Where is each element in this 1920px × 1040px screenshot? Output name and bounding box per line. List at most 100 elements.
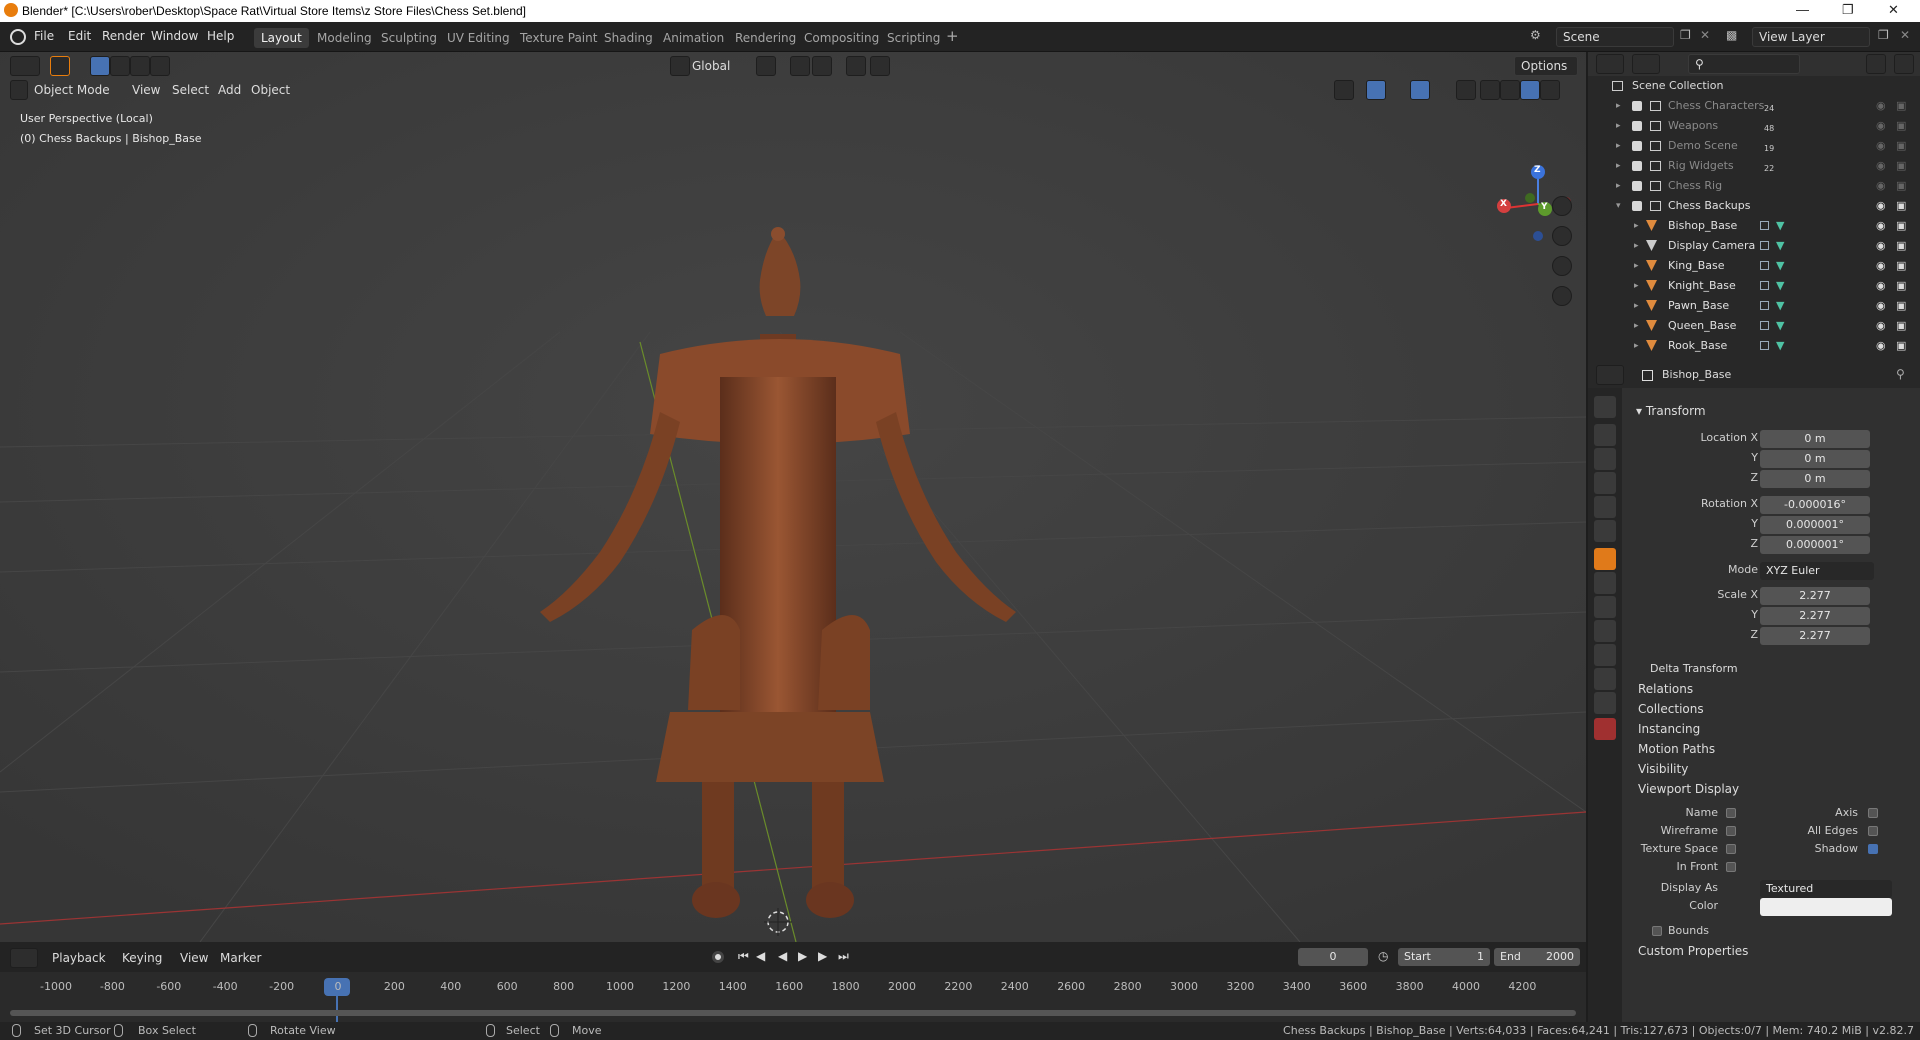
- render-camera-icon[interactable]: ▣: [1896, 176, 1906, 196]
- timeline-menu-view[interactable]: View: [180, 948, 208, 968]
- object-row[interactable]: ▸ Rook_Base ▼ ◉ ▣: [1588, 336, 1920, 356]
- physics-tab-icon[interactable]: [1594, 620, 1616, 642]
- options-dropdown[interactable]: Options: [1514, 56, 1578, 76]
- falloff-icon[interactable]: [870, 56, 890, 76]
- transform-orientation-dropdown[interactable]: Global: [692, 56, 730, 76]
- expand-arrow-icon[interactable]: ▸: [1634, 216, 1639, 236]
- constraints-tab-icon[interactable]: [1594, 644, 1616, 666]
- material-shading-icon[interactable]: [1520, 80, 1540, 100]
- output-tab-icon[interactable]: [1594, 448, 1616, 470]
- end-frame-field[interactable]: End 2000: [1494, 948, 1580, 966]
- tab-rendering[interactable]: Rendering: [728, 28, 803, 48]
- tab-modeling[interactable]: Modeling: [310, 28, 379, 48]
- rotation-mode-dropdown[interactable]: XYZ Euler: [1760, 562, 1874, 580]
- rotation-x-field[interactable]: -0.000016°: [1760, 496, 1870, 514]
- visibility-icon[interactable]: [1334, 80, 1354, 100]
- snap-target-icon[interactable]: [812, 56, 832, 76]
- outliner-editor-type-icon[interactable]: [1596, 54, 1624, 74]
- xray-icon[interactable]: [1456, 80, 1476, 100]
- vd-axis-checkbox[interactable]: [1868, 808, 1878, 818]
- collection-row[interactable]: ▸ Chess Characters 24 ◉ ▣: [1588, 96, 1920, 116]
- preview-range-icon[interactable]: ◷: [1378, 949, 1388, 963]
- delta-transform-panel[interactable]: Delta Transform: [1650, 662, 1738, 675]
- select-mode-subtract-icon[interactable]: [130, 56, 150, 76]
- timeline-editor-type-icon[interactable]: [10, 948, 38, 968]
- collection-row[interactable]: ▸ Rig Widgets 22 ◉ ▣: [1588, 156, 1920, 176]
- vd-in-front-checkbox[interactable]: [1726, 862, 1736, 872]
- scene-tab-icon[interactable]: [1594, 496, 1616, 518]
- expand-arrow-icon[interactable]: ▸: [1616, 156, 1621, 176]
- render-camera-icon[interactable]: ▣: [1896, 256, 1906, 276]
- render-camera-icon[interactable]: ▣: [1896, 276, 1906, 296]
- object-row[interactable]: ▸ Pawn_Base ▼ ◉ ▣: [1588, 296, 1920, 316]
- vd-bounds-checkbox[interactable]: [1652, 926, 1662, 936]
- relations-panel[interactable]: Relations: [1638, 682, 1693, 696]
- viewport-menu-select[interactable]: Select: [172, 80, 209, 100]
- collection-row[interactable]: ▸ Demo Scene 19 ◉ ▣: [1588, 136, 1920, 156]
- render-camera-icon[interactable]: ▣: [1896, 156, 1906, 176]
- expand-arrow-icon[interactable]: ▸: [1616, 116, 1621, 136]
- world-tab-icon[interactable]: [1594, 520, 1616, 542]
- object-mode-dropdown[interactable]: Object Mode: [34, 80, 110, 100]
- tab-scripting[interactable]: Scripting: [880, 28, 947, 48]
- vd-texture-space-checkbox[interactable]: [1726, 844, 1736, 854]
- collections-panel[interactable]: Collections: [1638, 702, 1704, 716]
- view-layer-tab-icon[interactable]: [1594, 472, 1616, 494]
- new-view-layer-icon[interactable]: ❐: [1878, 28, 1889, 42]
- proportional-editing-icon[interactable]: [846, 56, 866, 76]
- viewport-menu-add[interactable]: Add: [218, 80, 241, 100]
- render-camera-icon[interactable]: ▣: [1896, 316, 1906, 336]
- view-layer-field[interactable]: View Layer: [1752, 27, 1870, 47]
- zoom-icon[interactable]: [1552, 196, 1572, 216]
- visibility-eye-icon[interactable]: ◉: [1876, 296, 1886, 316]
- delete-scene-icon[interactable]: ✕: [1700, 28, 1710, 42]
- object-row[interactable]: ▸ Knight_Base ▼ ◉ ▣: [1588, 276, 1920, 296]
- wireframe-shading-icon[interactable]: [1480, 80, 1500, 100]
- 3d-viewport[interactable]: Z X Y Global Options Object Mode View Se…: [0, 52, 1586, 942]
- render-camera-icon[interactable]: ▣: [1896, 296, 1906, 316]
- scale-y-field[interactable]: 2.277: [1760, 607, 1870, 625]
- motion-paths-panel[interactable]: Motion Paths: [1638, 742, 1715, 756]
- expand-arrow-icon[interactable]: ▸: [1634, 296, 1639, 316]
- object-row[interactable]: ▸ Display Camera ▼ ◉ ▣: [1588, 236, 1920, 256]
- menu-edit[interactable]: Edit: [68, 29, 91, 43]
- visibility-eye-icon[interactable]: ◉: [1876, 156, 1886, 176]
- visibility-eye-icon[interactable]: ◉: [1876, 216, 1886, 236]
- record-icon[interactable]: [712, 951, 724, 963]
- pan-hand-icon[interactable]: [1552, 226, 1572, 246]
- timeline-scrollbar[interactable]: [10, 1010, 1576, 1016]
- tab-texture-paint[interactable]: Texture Paint: [513, 28, 604, 48]
- close-icon[interactable]: ✕: [1888, 2, 1899, 18]
- scene-collection-row[interactable]: Scene Collection: [1588, 76, 1920, 96]
- gizmo-toggle-icon[interactable]: [1366, 80, 1386, 100]
- custom-properties-panel[interactable]: Custom Properties: [1638, 944, 1748, 958]
- visibility-panel[interactable]: Visibility: [1638, 762, 1688, 776]
- display-mode-icon[interactable]: [1632, 54, 1660, 74]
- rotation-z-field[interactable]: 0.000001°: [1760, 536, 1870, 554]
- vd-display-as-dropdown[interactable]: Textured: [1760, 880, 1892, 898]
- object-row[interactable]: ▸ Bishop_Base ▼ ◉ ▣: [1588, 216, 1920, 236]
- select-mode-extend-icon[interactable]: [110, 56, 130, 76]
- filter-icon[interactable]: [1866, 54, 1886, 74]
- menu-file[interactable]: File: [34, 29, 54, 43]
- expand-arrow-icon[interactable]: ▸: [1616, 96, 1621, 116]
- visibility-eye-icon[interactable]: ◉: [1876, 276, 1886, 296]
- vd-wireframe-checkbox[interactable]: [1726, 826, 1736, 836]
- rotation-y-field[interactable]: 0.000001°: [1760, 516, 1870, 534]
- play-reverse-icon[interactable]: ◀: [778, 949, 787, 963]
- tab-layout[interactable]: Layout: [254, 28, 309, 48]
- render-camera-icon[interactable]: ▣: [1896, 336, 1906, 356]
- current-frame-field[interactable]: 0: [1298, 948, 1368, 966]
- jump-end-icon[interactable]: ⏭: [838, 949, 849, 964]
- render-camera-icon[interactable]: ▣: [1896, 236, 1906, 256]
- select-mode-intersect-icon[interactable]: [150, 56, 170, 76]
- exclude-checkbox[interactable]: [1632, 201, 1642, 211]
- timeline-menu-playback[interactable]: Playback: [52, 948, 106, 968]
- add-workspace-icon[interactable]: +: [946, 27, 959, 45]
- collection-row[interactable]: ▸ Weapons 48 ◉ ▣: [1588, 116, 1920, 136]
- location-z-field[interactable]: 0 m: [1760, 470, 1870, 488]
- visibility-eye-icon[interactable]: ◉: [1876, 96, 1886, 116]
- expand-arrow-icon[interactable]: ▸: [1634, 276, 1639, 296]
- tab-animation[interactable]: Animation: [656, 28, 731, 48]
- select-tool-icon[interactable]: [50, 56, 70, 76]
